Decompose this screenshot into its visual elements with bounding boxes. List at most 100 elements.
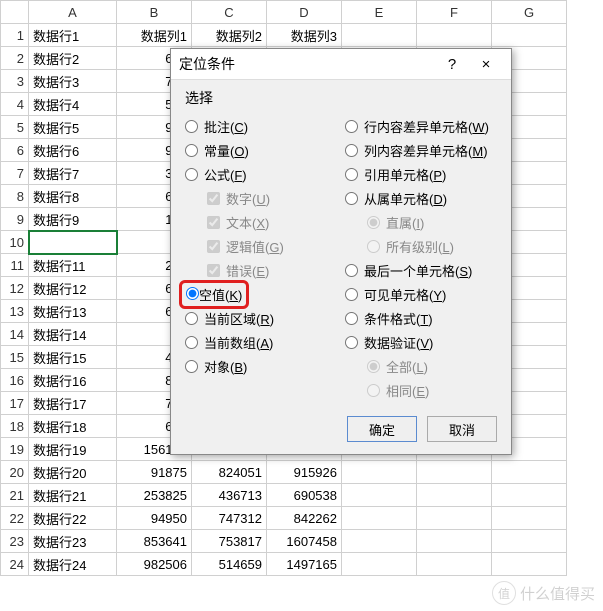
option-formulas[interactable] xyxy=(185,168,198,181)
option-引用单元格[interactable] xyxy=(345,168,358,181)
cell[interactable] xyxy=(492,24,567,47)
cell[interactable]: 253825 xyxy=(117,484,192,507)
cell[interactable]: 853641 xyxy=(117,530,192,553)
cell[interactable]: 数据行1 xyxy=(29,24,117,47)
cell[interactable]: 690538 xyxy=(267,484,342,507)
option-blanks[interactable] xyxy=(186,287,199,300)
row-header[interactable]: 14 xyxy=(1,323,29,346)
row-header[interactable]: 24 xyxy=(1,553,29,576)
row-header[interactable]: 13 xyxy=(1,300,29,323)
cell[interactable]: 数据行4 xyxy=(29,93,117,116)
cell[interactable]: 数据行15 xyxy=(29,346,117,369)
option-从属单元格[interactable] xyxy=(345,192,358,205)
row-header[interactable]: 12 xyxy=(1,277,29,300)
option-列内容差异单元格[interactable] xyxy=(345,144,358,157)
row-header[interactable]: 3 xyxy=(1,70,29,93)
cell[interactable] xyxy=(342,24,417,47)
row-header[interactable]: 17 xyxy=(1,392,29,415)
help-icon[interactable]: ? xyxy=(435,56,469,73)
cell[interactable]: 数据行13 xyxy=(29,300,117,323)
option-array[interactable] xyxy=(185,336,198,349)
cell[interactable]: 436713 xyxy=(192,484,267,507)
cell[interactable]: 915926 xyxy=(267,461,342,484)
cell[interactable]: 1607458 xyxy=(267,530,342,553)
cell[interactable] xyxy=(29,231,117,254)
cell[interactable] xyxy=(417,461,492,484)
row-header[interactable]: 1 xyxy=(1,24,29,47)
option-constants[interactable] xyxy=(185,144,198,157)
cell[interactable]: 数据行20 xyxy=(29,461,117,484)
option-comment[interactable] xyxy=(185,120,198,133)
cell[interactable] xyxy=(342,507,417,530)
cell[interactable] xyxy=(342,484,417,507)
row-header[interactable]: 9 xyxy=(1,208,29,231)
option-行内容差异单元格[interactable] xyxy=(345,120,358,133)
cell[interactable]: 数据行14 xyxy=(29,323,117,346)
cell[interactable]: 数据列3 xyxy=(267,24,342,47)
cell[interactable]: 747312 xyxy=(192,507,267,530)
cell[interactable]: 91875 xyxy=(117,461,192,484)
cell[interactable]: 94950 xyxy=(117,507,192,530)
cell[interactable]: 982506 xyxy=(117,553,192,576)
cell[interactable]: 数据行12 xyxy=(29,277,117,300)
cell[interactable] xyxy=(492,484,567,507)
row-header[interactable]: 20 xyxy=(1,461,29,484)
row-header[interactable]: 5 xyxy=(1,116,29,139)
cell[interactable]: 数据行3 xyxy=(29,70,117,93)
row-header[interactable]: 7 xyxy=(1,162,29,185)
cell[interactable] xyxy=(417,484,492,507)
cell[interactable] xyxy=(492,553,567,576)
cell[interactable]: 数据行17 xyxy=(29,392,117,415)
col-header-C[interactable]: C xyxy=(192,1,267,24)
cell[interactable] xyxy=(417,24,492,47)
col-header-G[interactable]: G xyxy=(492,1,567,24)
cell[interactable]: 842262 xyxy=(267,507,342,530)
cell[interactable]: 数据行5 xyxy=(29,116,117,139)
cell[interactable]: 824051 xyxy=(192,461,267,484)
cell[interactable]: 数据行22 xyxy=(29,507,117,530)
cell[interactable]: 数据行21 xyxy=(29,484,117,507)
cell[interactable] xyxy=(492,507,567,530)
row-header[interactable]: 18 xyxy=(1,415,29,438)
cell[interactable] xyxy=(492,530,567,553)
option-最后一个单元格[interactable] xyxy=(345,264,358,277)
row-header[interactable]: 6 xyxy=(1,139,29,162)
col-header-B[interactable]: B xyxy=(117,1,192,24)
col-header-F[interactable]: F xyxy=(417,1,492,24)
row-header[interactable]: 10 xyxy=(1,231,29,254)
row-header[interactable]: 23 xyxy=(1,530,29,553)
row-header[interactable]: 15 xyxy=(1,346,29,369)
row-header[interactable]: 4 xyxy=(1,93,29,116)
row-header[interactable]: 19 xyxy=(1,438,29,461)
row-header[interactable]: 2 xyxy=(1,47,29,70)
row-header[interactable]: 16 xyxy=(1,369,29,392)
row-header[interactable]: 11 xyxy=(1,254,29,277)
cell[interactable] xyxy=(342,553,417,576)
row-header[interactable]: 8 xyxy=(1,185,29,208)
cell[interactable]: 数据列1 xyxy=(117,24,192,47)
col-header-A[interactable]: A xyxy=(29,1,117,24)
select-all-corner[interactable] xyxy=(1,1,29,24)
cell[interactable]: 数据行7 xyxy=(29,162,117,185)
cell[interactable]: 数据行16 xyxy=(29,369,117,392)
close-icon[interactable]: × xyxy=(469,56,503,73)
cell[interactable]: 数据行2 xyxy=(29,47,117,70)
cell[interactable]: 数据行8 xyxy=(29,185,117,208)
option-region[interactable] xyxy=(185,312,198,325)
cell[interactable]: 数据行19 xyxy=(29,438,117,461)
cell[interactable]: 1497165 xyxy=(267,553,342,576)
row-header[interactable]: 22 xyxy=(1,507,29,530)
cell[interactable]: 数据行6 xyxy=(29,139,117,162)
option-条件格式[interactable] xyxy=(345,312,358,325)
option-数据验证[interactable] xyxy=(345,336,358,349)
cell[interactable] xyxy=(417,553,492,576)
cell[interactable] xyxy=(342,461,417,484)
ok-button[interactable]: 确定 xyxy=(347,416,417,442)
cell[interactable]: 数据列2 xyxy=(192,24,267,47)
cell[interactable] xyxy=(342,530,417,553)
row-header[interactable]: 21 xyxy=(1,484,29,507)
col-header-E[interactable]: E xyxy=(342,1,417,24)
cell[interactable] xyxy=(492,461,567,484)
cell[interactable]: 753817 xyxy=(192,530,267,553)
cell[interactable]: 514659 xyxy=(192,553,267,576)
